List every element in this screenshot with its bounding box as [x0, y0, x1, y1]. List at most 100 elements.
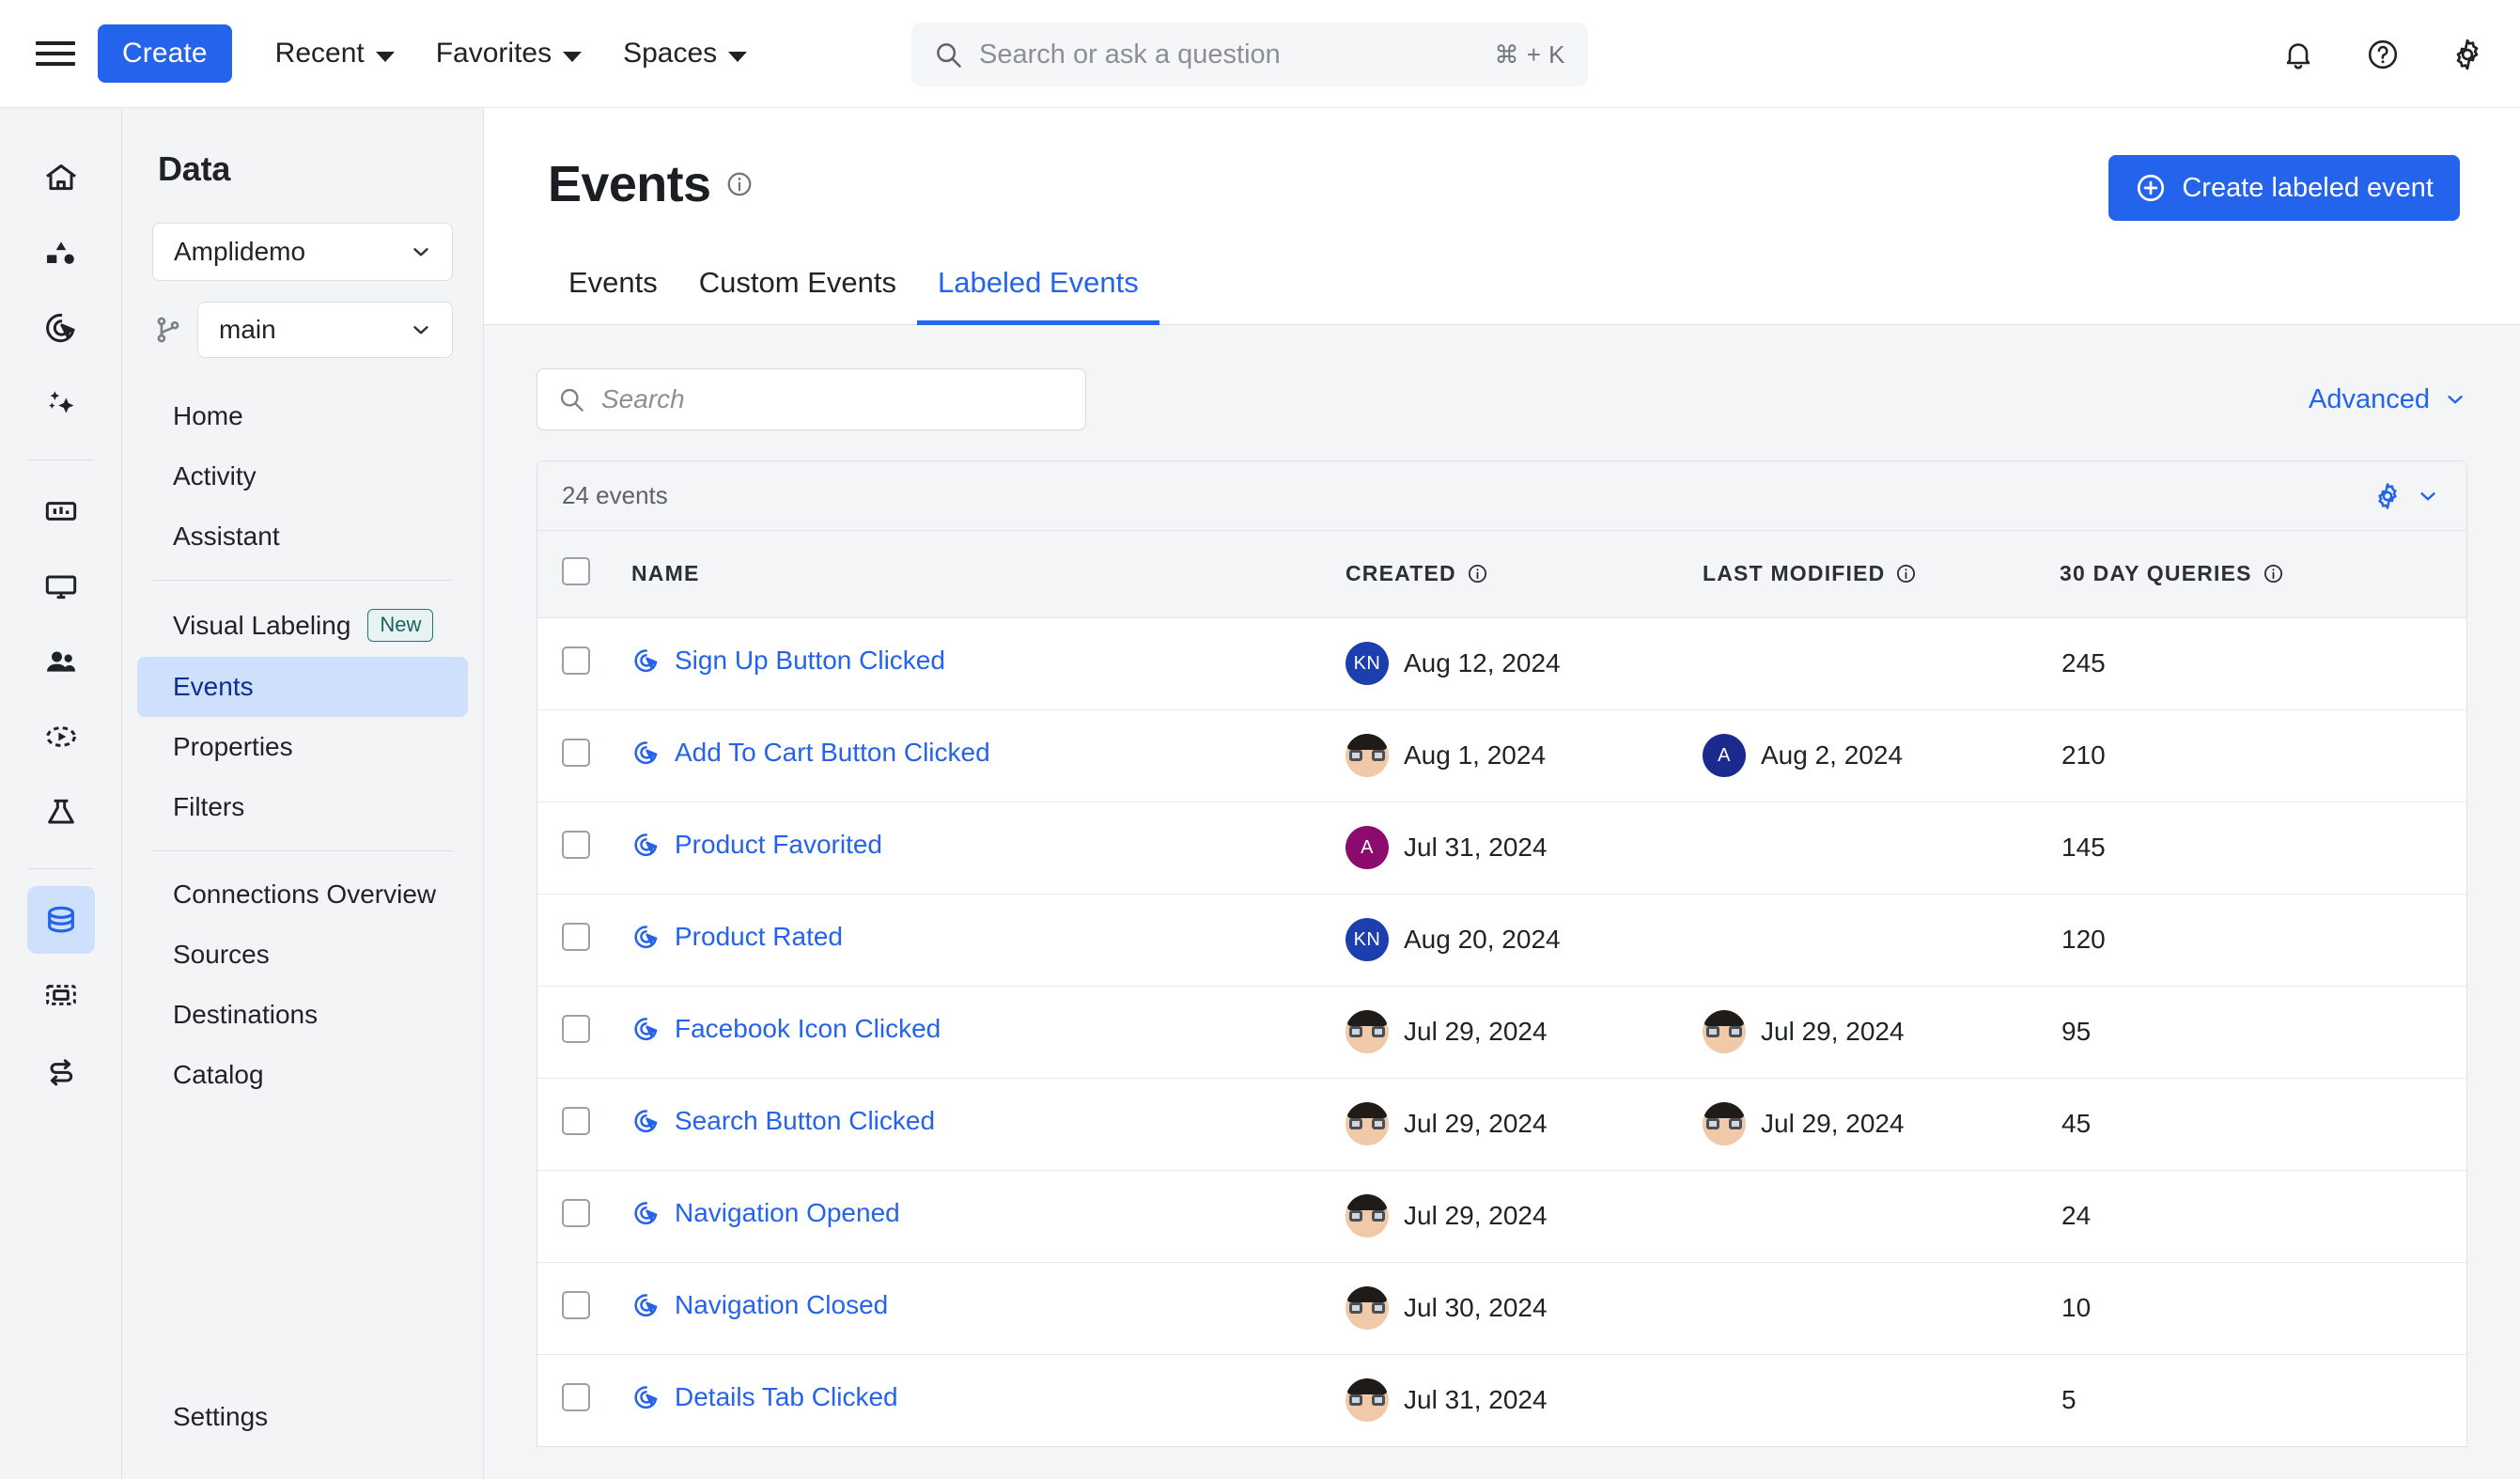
- event-name-link[interactable]: Navigation Closed: [631, 1290, 888, 1320]
- row-checkbox[interactable]: [562, 1015, 590, 1043]
- search-input[interactable]: Search: [537, 368, 1086, 430]
- event-name-link[interactable]: Facebook Icon Clicked: [631, 1014, 941, 1044]
- row-queries-cell: 95: [2060, 986, 2466, 1078]
- row-checkbox[interactable]: [562, 1199, 590, 1227]
- target-cursor-icon: [631, 922, 661, 952]
- event-name-link[interactable]: Details Tab Clicked: [631, 1382, 898, 1412]
- page-title: Events: [548, 155, 754, 213]
- sidebar-item-home[interactable]: Home: [137, 386, 468, 446]
- info-icon[interactable]: [1467, 563, 1488, 584]
- branch-select[interactable]: main: [197, 302, 453, 358]
- event-name-link[interactable]: Product Rated: [631, 922, 843, 952]
- created-by-avatar: [1346, 1378, 1389, 1422]
- event-name-label: Product Favorited: [675, 830, 882, 860]
- column-header-30-day-queries-label: 30 DAY QUERIES: [2060, 561, 2252, 586]
- sidebar-item-label: Visual Labeling: [173, 611, 350, 641]
- column-header-last-modified[interactable]: LAST MODIFIED: [1703, 531, 2060, 617]
- rail-item-monitor[interactable]: [27, 553, 95, 620]
- row-queries-cell: 120: [2060, 894, 2466, 986]
- help-question-icon[interactable]: [2362, 34, 2403, 75]
- queries-count: 24: [2061, 1201, 2091, 1230]
- row-checkbox[interactable]: [562, 1107, 590, 1135]
- rail-item-flows[interactable]: [27, 1036, 95, 1104]
- column-header-created[interactable]: CREATED: [1346, 531, 1703, 617]
- create-button[interactable]: Create: [98, 24, 232, 83]
- table-row[interactable]: Product FavoritedAJul 31, 2024145: [537, 802, 2466, 894]
- event-name-link[interactable]: Product Favorited: [631, 830, 882, 860]
- table-row[interactable]: Facebook Icon ClickedJul 29, 2024Jul 29,…: [537, 986, 2466, 1078]
- row-name-cell: Facebook Icon Clicked: [631, 986, 1346, 1078]
- sidebar-item-assistant[interactable]: Assistant: [137, 506, 468, 567]
- target-cursor-icon: [631, 1014, 661, 1044]
- tab-labeled-events[interactable]: Labeled Events: [917, 255, 1159, 325]
- global-search-placeholder: Search or ask a question: [979, 39, 1495, 70]
- notifications-bell-icon[interactable]: [2278, 34, 2319, 75]
- table-row[interactable]: Details Tab ClickedJul 31, 20245: [537, 1354, 2466, 1446]
- row-checkbox[interactable]: [562, 646, 590, 675]
- sidebar-item-catalog[interactable]: Catalog: [137, 1045, 468, 1105]
- page-header: Events Create labeled event: [484, 108, 2520, 221]
- table-row[interactable]: Search Button ClickedJul 29, 2024Jul 29,…: [537, 1078, 2466, 1170]
- nav-spaces[interactable]: Spaces: [602, 28, 768, 79]
- rail-item-shapes[interactable]: [27, 219, 95, 287]
- table-row[interactable]: Add To Cart Button ClickedAug 1, 2024AAu…: [537, 709, 2466, 802]
- sidebar-item-activity[interactable]: Activity: [137, 446, 468, 506]
- event-name-link[interactable]: Add To Cart Button Clicked: [631, 738, 990, 768]
- sidebar-item-sources[interactable]: Sources: [137, 925, 468, 985]
- rail-item-home[interactable]: [27, 144, 95, 211]
- rail-item-selection[interactable]: [27, 961, 95, 1029]
- rail-item-data[interactable]: [27, 886, 95, 954]
- sidebar-item-visual-labeling[interactable]: Visual Labeling New: [137, 594, 468, 657]
- sidebar-item-filters[interactable]: Filters: [137, 777, 468, 837]
- target-cursor-icon: [631, 1106, 661, 1136]
- sidebar-item-events[interactable]: Events: [137, 657, 468, 717]
- rail-item-ai-sparkles[interactable]: [27, 369, 95, 437]
- create-labeled-event-button[interactable]: Create labeled event: [2108, 155, 2460, 221]
- tab-events[interactable]: Events: [548, 255, 678, 325]
- row-select-cell: [537, 1354, 631, 1446]
- advanced-toggle[interactable]: Advanced: [2309, 384, 2467, 415]
- info-icon[interactable]: [725, 170, 754, 198]
- row-name-cell: Sign Up Button Clicked: [631, 617, 1346, 709]
- top-bar-icons: [2278, 0, 2488, 108]
- event-name-label: Navigation Opened: [675, 1198, 900, 1228]
- row-checkbox[interactable]: [562, 1291, 590, 1319]
- event-name-link[interactable]: Navigation Opened: [631, 1198, 900, 1228]
- settings-gear-icon[interactable]: [2447, 34, 2488, 75]
- nav-recent[interactable]: Recent: [255, 28, 415, 79]
- event-name-link[interactable]: Search Button Clicked: [631, 1106, 935, 1136]
- content-area: Search Advanced 24 events: [484, 325, 2520, 1479]
- sidebar-item-destinations[interactable]: Destinations: [137, 985, 468, 1045]
- global-search-input[interactable]: Search or ask a question ⌘ + K: [911, 23, 1588, 86]
- created-by-avatar: [1346, 1010, 1389, 1053]
- rail-item-analytics-target[interactable]: [27, 294, 95, 362]
- tab-custom-events[interactable]: Custom Events: [678, 255, 917, 325]
- row-checkbox[interactable]: [562, 1383, 590, 1411]
- project-select[interactable]: Amplidemo: [152, 223, 453, 281]
- rail-item-session-replay[interactable]: [27, 703, 95, 771]
- row-checkbox[interactable]: [562, 923, 590, 951]
- advanced-label: Advanced: [2309, 384, 2430, 415]
- select-all-checkbox[interactable]: [562, 557, 590, 585]
- table-row[interactable]: Navigation ClosedJul 30, 202410: [537, 1262, 2466, 1354]
- table-row[interactable]: Navigation OpenedJul 29, 202424: [537, 1170, 2466, 1262]
- hamburger-icon[interactable]: [36, 38, 75, 70]
- row-checkbox[interactable]: [562, 831, 590, 859]
- event-name-link[interactable]: Sign Up Button Clicked: [631, 646, 945, 676]
- sidebar-item-settings[interactable]: Settings: [137, 1387, 468, 1447]
- rail-item-cohorts[interactable]: [27, 628, 95, 695]
- info-icon[interactable]: [1895, 563, 1917, 584]
- info-icon[interactable]: [2263, 563, 2284, 584]
- column-header-name[interactable]: NAME: [631, 531, 1346, 617]
- sidebar-item-properties[interactable]: Properties: [137, 717, 468, 777]
- rail-item-experiments[interactable]: [27, 778, 95, 846]
- row-checkbox[interactable]: [562, 739, 590, 767]
- rail-item-dashboards[interactable]: [27, 477, 95, 545]
- column-header-30-day-queries[interactable]: 30 DAY QUERIES: [2060, 531, 2466, 617]
- sidebar-item-connections-overview[interactable]: Connections Overview: [137, 864, 468, 925]
- table-row[interactable]: Product RatedKNAug 20, 2024120: [537, 894, 2466, 986]
- created-by-avatar: [1346, 1286, 1389, 1330]
- nav-favorites[interactable]: Favorites: [415, 28, 602, 79]
- table-settings-button[interactable]: [2372, 481, 2440, 511]
- table-row[interactable]: Sign Up Button ClickedKNAug 12, 2024245: [537, 617, 2466, 709]
